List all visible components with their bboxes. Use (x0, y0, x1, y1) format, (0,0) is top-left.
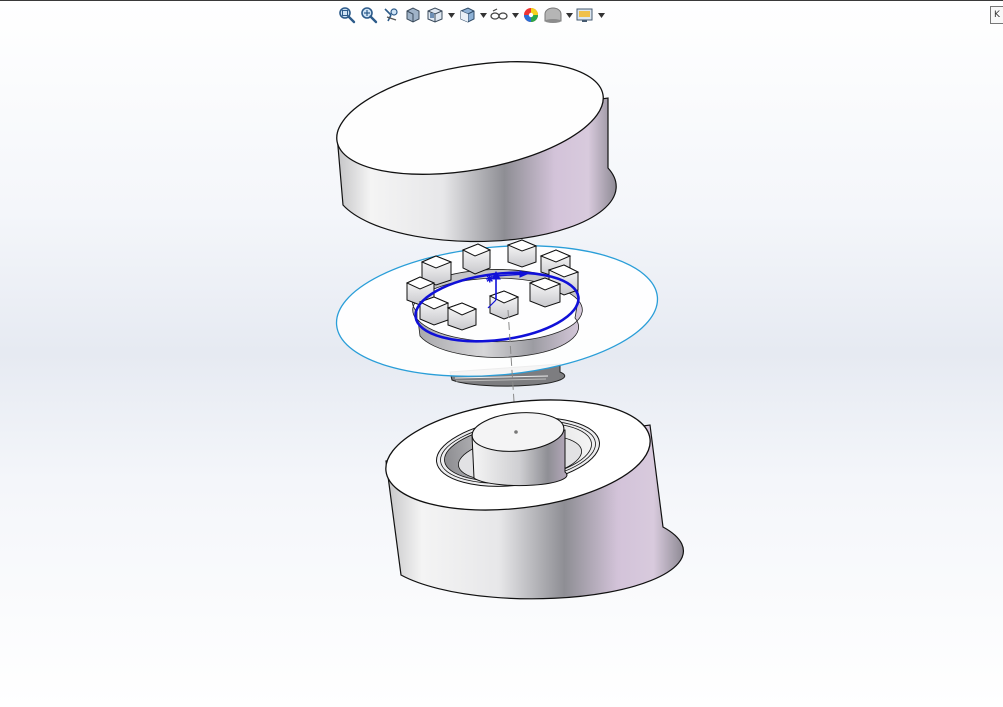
graphics-area[interactable]: K ✳ (0, 0, 1003, 707)
bottom-housing[interactable] (380, 386, 685, 600)
model-view: ✳ (328, 43, 685, 600)
axis-point (514, 430, 518, 434)
svg-text:✳: ✳ (486, 275, 494, 285)
top-cap-disc[interactable] (328, 43, 617, 243)
